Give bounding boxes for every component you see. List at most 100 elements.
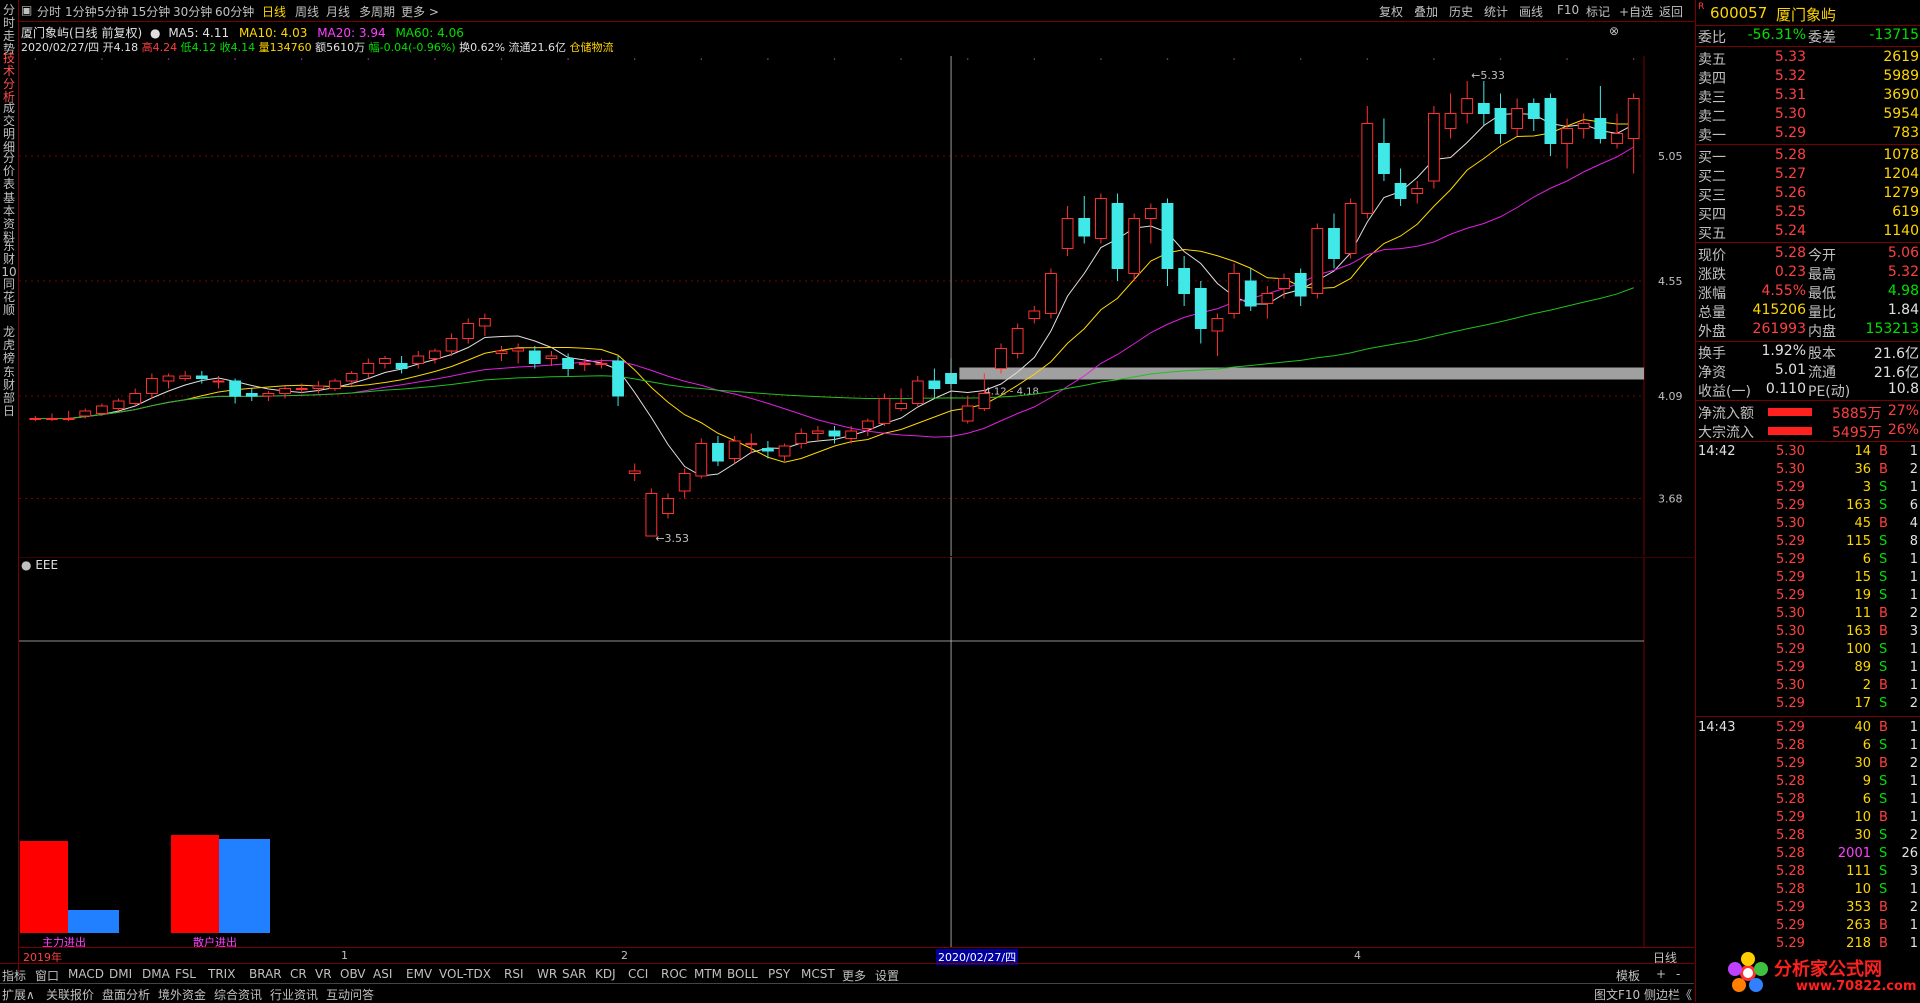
period-tab-1[interactable]: 1分钟: [65, 3, 97, 20]
candle[interactable]: [1378, 118, 1390, 182]
candle[interactable]: [478, 313, 491, 337]
candle[interactable]: [995, 343, 1007, 374]
candle[interactable]: [1228, 263, 1240, 319]
candle[interactable]: [1494, 93, 1507, 144]
candle[interactable]: [312, 381, 325, 394]
left-tab-3[interactable]: 分价表: [1, 152, 17, 191]
candle[interactable]: [1211, 313, 1224, 357]
candle[interactable]: [112, 398, 125, 412]
toolbar-button-0[interactable]: 复权: [1379, 3, 1403, 20]
window-icon[interactable]: ▣: [21, 3, 32, 17]
toolbar-button-1[interactable]: 叠加: [1414, 3, 1438, 20]
candle[interactable]: [1111, 193, 1124, 282]
candle[interactable]: [628, 463, 641, 482]
left-tab-4[interactable]: 基本资料: [1, 192, 17, 244]
indicator-tab-23[interactable]: MCST: [801, 967, 835, 981]
indicator-tab-8[interactable]: CR: [290, 967, 307, 981]
indicator-tab-18[interactable]: CCI: [628, 967, 648, 981]
period-tab-10[interactable]: 更多 >: [401, 3, 439, 20]
candle[interactable]: [545, 351, 558, 366]
candle[interactable]: [595, 358, 608, 369]
candle[interactable]: [279, 386, 291, 399]
candle[interactable]: [1427, 106, 1440, 189]
candle[interactable]: [145, 373, 158, 399]
toolbar-button-4[interactable]: 画线: [1519, 3, 1543, 20]
period-tab-3[interactable]: 15分钟: [131, 3, 170, 20]
candle[interactable]: [1244, 268, 1257, 312]
period-tab-5[interactable]: 60分钟: [215, 3, 254, 20]
indicator-tab-11[interactable]: ASI: [373, 967, 392, 981]
indicator-tab-7[interactable]: BRAR: [249, 967, 282, 981]
candle[interactable]: [179, 371, 192, 381]
candle[interactable]: [229, 378, 242, 404]
indicator-tab-6[interactable]: TRIX: [208, 967, 235, 981]
bar-sector[interactable]: 仓储物流: [570, 41, 614, 54]
indicator-tab-27[interactable]: +: [1656, 967, 1666, 981]
bottom-tab-2[interactable]: 盘面分析: [102, 986, 150, 1003]
candle[interactable]: [1178, 256, 1191, 306]
left-tab-7[interactable]: 龙虎榜: [1, 326, 17, 365]
candle[interactable]: [1477, 81, 1490, 126]
candle[interactable]: [1328, 213, 1340, 269]
candle[interactable]: [861, 418, 874, 437]
indicator-pane[interactable]: [19, 557, 1694, 947]
left-tab-1[interactable]: 技术分析: [1, 52, 17, 104]
indicator-tab-22[interactable]: PSY: [768, 967, 790, 981]
indicator-tab-25[interactable]: 设置: [875, 967, 899, 984]
indicator-tab-4[interactable]: DMA: [142, 967, 170, 981]
indicator-tab-17[interactable]: KDJ: [595, 967, 616, 981]
indicator-tab-19[interactable]: ROC: [661, 967, 687, 981]
candle[interactable]: [1028, 306, 1041, 324]
candle[interactable]: [1194, 281, 1207, 344]
bottom-tab-5[interactable]: 行业资讯: [270, 986, 318, 1003]
indicator-tab-28[interactable]: -: [1676, 967, 1680, 981]
toolbar-button-8[interactable]: 返回: [1659, 3, 1683, 20]
kline-chart[interactable]: 5.054.554.093.684.12 - 4.18←5.33←3.53: [19, 56, 1694, 556]
period-tab-0[interactable]: 分时: [37, 3, 61, 20]
candle[interactable]: [329, 378, 341, 392]
candle[interactable]: [695, 438, 708, 479]
candle[interactable]: [362, 358, 375, 379]
candle[interactable]: [1627, 93, 1640, 174]
side-toggle[interactable]: 图文F10 侧边栏《: [1594, 986, 1692, 1003]
candle[interactable]: [212, 376, 225, 389]
candle[interactable]: [911, 376, 924, 406]
candle[interactable]: [162, 373, 175, 389]
indicator-tab-13[interactable]: VOL-TDX: [439, 967, 491, 981]
candle[interactable]: [1577, 113, 1590, 139]
left-tab-8[interactable]: 东财部日: [1, 366, 17, 418]
candle[interactable]: [795, 428, 808, 449]
candle[interactable]: [1444, 93, 1457, 139]
candle[interactable]: [961, 396, 974, 424]
bottom-tab-4[interactable]: 综合资讯: [214, 986, 262, 1003]
candle[interactable]: [1344, 198, 1357, 259]
toolbar-button-3[interactable]: 统计: [1484, 3, 1508, 20]
candle[interactable]: [878, 393, 891, 427]
left-tab-5[interactable]: 东财10: [1, 240, 17, 279]
close-icon[interactable]: ⊗: [1609, 24, 1619, 38]
candle[interactable]: [895, 388, 908, 412]
candle[interactable]: [778, 443, 791, 462]
period-tab-6[interactable]: 日线: [262, 3, 286, 20]
candle[interactable]: [1544, 93, 1557, 157]
candle[interactable]: [412, 351, 425, 369]
candle[interactable]: [62, 411, 75, 421]
candle[interactable]: [379, 356, 391, 369]
candle[interactable]: [1094, 193, 1107, 244]
candle[interactable]: [429, 348, 441, 364]
candle[interactable]: [462, 318, 475, 344]
candle[interactable]: [1261, 286, 1274, 319]
candle[interactable]: [1061, 206, 1074, 256]
left-tab-0[interactable]: 分时走势: [1, 4, 17, 56]
period-tab-8[interactable]: 月线: [326, 3, 350, 20]
candle[interactable]: [1294, 268, 1307, 307]
candle[interactable]: [562, 353, 575, 377]
candle[interactable]: [512, 343, 525, 364]
candle[interactable]: [1511, 98, 1524, 137]
indicator-tab-2[interactable]: MACD: [68, 967, 104, 981]
candle[interactable]: [395, 356, 408, 374]
left-tab-6[interactable]: 同花顺: [1, 278, 17, 317]
candle[interactable]: [678, 468, 691, 499]
candle[interactable]: [46, 413, 58, 422]
indicator-tab-24[interactable]: 更多: [842, 967, 866, 984]
